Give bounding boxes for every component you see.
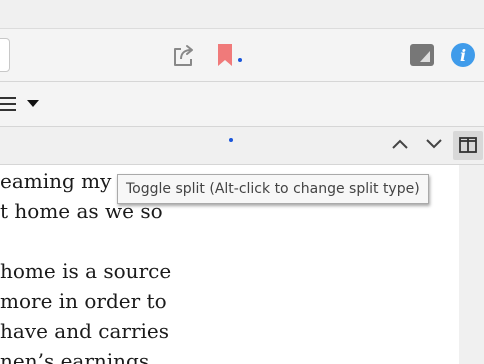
split-tooltip: Toggle split (Alt-click to change split … bbox=[117, 174, 429, 204]
document-line: more in order to bbox=[0, 289, 167, 313]
hamburger-menu-icon[interactable] bbox=[0, 95, 18, 113]
scrollbar-track[interactable] bbox=[459, 165, 484, 364]
tab-strip bbox=[0, 0, 484, 29]
bookmark-icon[interactable] bbox=[216, 42, 234, 68]
svg-text:i: i bbox=[460, 46, 466, 65]
split-view-icon bbox=[459, 137, 477, 153]
secondary-toolbar bbox=[0, 82, 484, 127]
address-field[interactable] bbox=[0, 38, 10, 72]
caret-down-icon[interactable] bbox=[27, 100, 39, 108]
toolbar: i bbox=[0, 29, 484, 82]
document-line: have and carries bbox=[0, 319, 170, 343]
reader-mode-icon[interactable] bbox=[409, 43, 435, 67]
chevron-up-icon[interactable] bbox=[391, 138, 409, 150]
navigation-bar bbox=[0, 127, 484, 165]
document-line: eaming my bbox=[0, 169, 112, 193]
chevron-down-icon[interactable] bbox=[425, 138, 443, 150]
bookmark-indicator-dot bbox=[238, 58, 242, 62]
toggle-split-button[interactable] bbox=[453, 131, 483, 160]
info-icon[interactable]: i bbox=[450, 42, 476, 68]
document-line: home is a source bbox=[0, 259, 172, 283]
share-icon[interactable] bbox=[171, 42, 197, 68]
document-line: t home as we so bbox=[0, 199, 163, 223]
document-line: nen’s earnings bbox=[0, 349, 150, 364]
position-indicator-dot bbox=[229, 138, 233, 142]
